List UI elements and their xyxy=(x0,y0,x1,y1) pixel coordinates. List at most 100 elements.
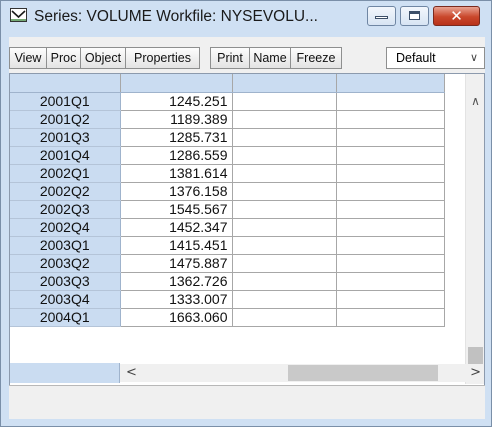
minimize-icon xyxy=(375,16,388,19)
series-table: 2001Q1 1245.251 2001Q2 1189.389 2001Q3 1285.7… xyxy=(10,74,445,327)
row-label[interactable]: 2002Q4 xyxy=(10,218,121,237)
display-mode-value: Default xyxy=(396,51,436,65)
status-bar xyxy=(9,385,485,419)
row-label[interactable]: 2001Q1 xyxy=(10,92,121,111)
empty-cell[interactable] xyxy=(232,200,337,219)
column-header[interactable] xyxy=(232,74,337,93)
window-title: Series: VOLUME Workfile: NYSEVOLU... xyxy=(34,8,318,25)
value-cell[interactable]: 1333.007 xyxy=(120,290,233,309)
minimize-button[interactable] xyxy=(367,6,396,26)
display-mode-select[interactable]: Default ∨ xyxy=(386,47,485,69)
empty-cell[interactable] xyxy=(336,272,445,291)
spreadsheet-grid[interactable]: 2001Q1 1245.251 2001Q2 1189.389 2001Q3 1285.7… xyxy=(9,73,485,403)
scroll-right-icon[interactable]: > xyxy=(470,364,481,382)
vertical-scrollbar[interactable]: ∧ ∨ xyxy=(465,74,484,384)
empty-cell[interactable] xyxy=(232,218,337,237)
table-row[interactable]: 2003Q4 1333.007 xyxy=(10,290,445,309)
empty-cell[interactable] xyxy=(336,254,445,273)
empty-cell[interactable] xyxy=(232,182,337,201)
table-row[interactable]: 2003Q2 1475.887 xyxy=(10,254,445,273)
series-window: Series: VOLUME Workfile: NYSEVOLU... ✕ V… xyxy=(0,0,492,427)
properties-button[interactable]: Properties xyxy=(125,47,200,69)
row-label[interactable]: 2002Q1 xyxy=(10,164,121,183)
row-label[interactable]: 2003Q2 xyxy=(10,254,121,273)
table-row[interactable]: 2004Q1 1663.060 xyxy=(10,308,445,327)
value-cell[interactable]: 1285.731 xyxy=(120,128,233,147)
row-label[interactable]: 2002Q2 xyxy=(10,182,121,201)
row-label[interactable]: 2002Q3 xyxy=(10,200,121,219)
row-label[interactable]: 2003Q3 xyxy=(10,272,121,291)
close-icon: ✕ xyxy=(450,7,463,25)
table-row[interactable]: 2002Q4 1452.347 xyxy=(10,218,445,237)
name-button[interactable]: Name xyxy=(249,47,291,69)
scroll-up-icon[interactable]: ∧ xyxy=(466,94,484,112)
empty-cell[interactable] xyxy=(336,290,445,309)
horizontal-scrollbar[interactable]: < > xyxy=(120,364,484,382)
freeze-button[interactable]: Freeze xyxy=(290,47,342,69)
maximize-icon xyxy=(409,11,420,20)
value-cell[interactable]: 1663.060 xyxy=(120,308,233,327)
value-cell[interactable]: 1545.567 xyxy=(120,200,233,219)
column-header[interactable] xyxy=(336,74,445,93)
row-label[interactable]: 2004Q1 xyxy=(10,308,121,327)
value-cell[interactable]: 1452.347 xyxy=(120,218,233,237)
table-row[interactable]: 2002Q2 1376.158 xyxy=(10,182,445,201)
table-row[interactable]: 2002Q1 1381.614 xyxy=(10,164,445,183)
value-cell[interactable]: 1245.251 xyxy=(120,92,233,111)
empty-cell[interactable] xyxy=(336,146,445,165)
table-row[interactable]: 2002Q3 1545.567 xyxy=(10,200,445,219)
table-row[interactable]: 2001Q4 1286.559 xyxy=(10,146,445,165)
empty-cell[interactable] xyxy=(232,254,337,273)
empty-cell[interactable] xyxy=(232,146,337,165)
value-cell[interactable]: 1286.559 xyxy=(120,146,233,165)
empty-cell[interactable] xyxy=(336,92,445,111)
empty-cell[interactable] xyxy=(336,164,445,183)
empty-cell[interactable] xyxy=(232,128,337,147)
table-row[interactable]: 2003Q1 1415.451 xyxy=(10,236,445,255)
row-label[interactable]: 2003Q1 xyxy=(10,236,121,255)
print-button[interactable]: Print xyxy=(210,47,250,69)
empty-cell[interactable] xyxy=(232,236,337,255)
value-cell[interactable]: 1362.726 xyxy=(120,272,233,291)
row-label[interactable]: 2001Q3 xyxy=(10,128,121,147)
table-row[interactable]: 2001Q1 1245.251 xyxy=(10,92,445,111)
table-row[interactable]: 2001Q3 1285.731 xyxy=(10,128,445,147)
empty-cell[interactable] xyxy=(232,308,337,327)
row-label[interactable]: 2001Q2 xyxy=(10,110,121,129)
empty-cell[interactable] xyxy=(232,92,337,111)
empty-cell[interactable] xyxy=(336,110,445,129)
empty-cell[interactable] xyxy=(336,236,445,255)
horizontal-scroll-row: < > xyxy=(10,363,484,383)
object-button[interactable]: Object xyxy=(80,47,126,69)
row-label-cell xyxy=(10,363,120,383)
value-cell[interactable]: 1376.158 xyxy=(120,182,233,201)
title-bar[interactable]: Series: VOLUME Workfile: NYSEVOLU... ✕ xyxy=(1,1,491,34)
scroll-left-icon[interactable]: < xyxy=(126,364,137,382)
empty-cell[interactable] xyxy=(232,110,337,129)
corner-cell xyxy=(10,74,121,93)
horizontal-scroll-thumb[interactable] xyxy=(288,365,438,381)
empty-cell[interactable] xyxy=(232,164,337,183)
value-cell[interactable]: 1381.614 xyxy=(120,164,233,183)
close-button[interactable]: ✕ xyxy=(433,6,480,26)
table-row[interactable]: 2003Q3 1362.726 xyxy=(10,272,445,291)
table-row[interactable]: 2001Q2 1189.389 xyxy=(10,110,445,129)
chevron-down-icon: ∨ xyxy=(469,51,478,64)
empty-cell[interactable] xyxy=(336,200,445,219)
series-line-icon xyxy=(10,8,27,22)
empty-cell[interactable] xyxy=(336,182,445,201)
value-cell[interactable]: 1475.887 xyxy=(120,254,233,273)
column-header[interactable] xyxy=(120,74,233,93)
proc-button[interactable]: Proc xyxy=(46,47,81,69)
empty-cell[interactable] xyxy=(336,218,445,237)
value-cell[interactable]: 1415.451 xyxy=(120,236,233,255)
empty-cell[interactable] xyxy=(232,272,337,291)
maximize-button[interactable] xyxy=(400,6,429,26)
value-cell[interactable]: 1189.389 xyxy=(120,110,233,129)
row-label[interactable]: 2001Q4 xyxy=(10,146,121,165)
empty-cell[interactable] xyxy=(336,308,445,327)
row-label[interactable]: 2003Q4 xyxy=(10,290,121,309)
view-button[interactable]: View xyxy=(9,47,47,69)
empty-cell[interactable] xyxy=(232,290,337,309)
empty-cell[interactable] xyxy=(336,128,445,147)
